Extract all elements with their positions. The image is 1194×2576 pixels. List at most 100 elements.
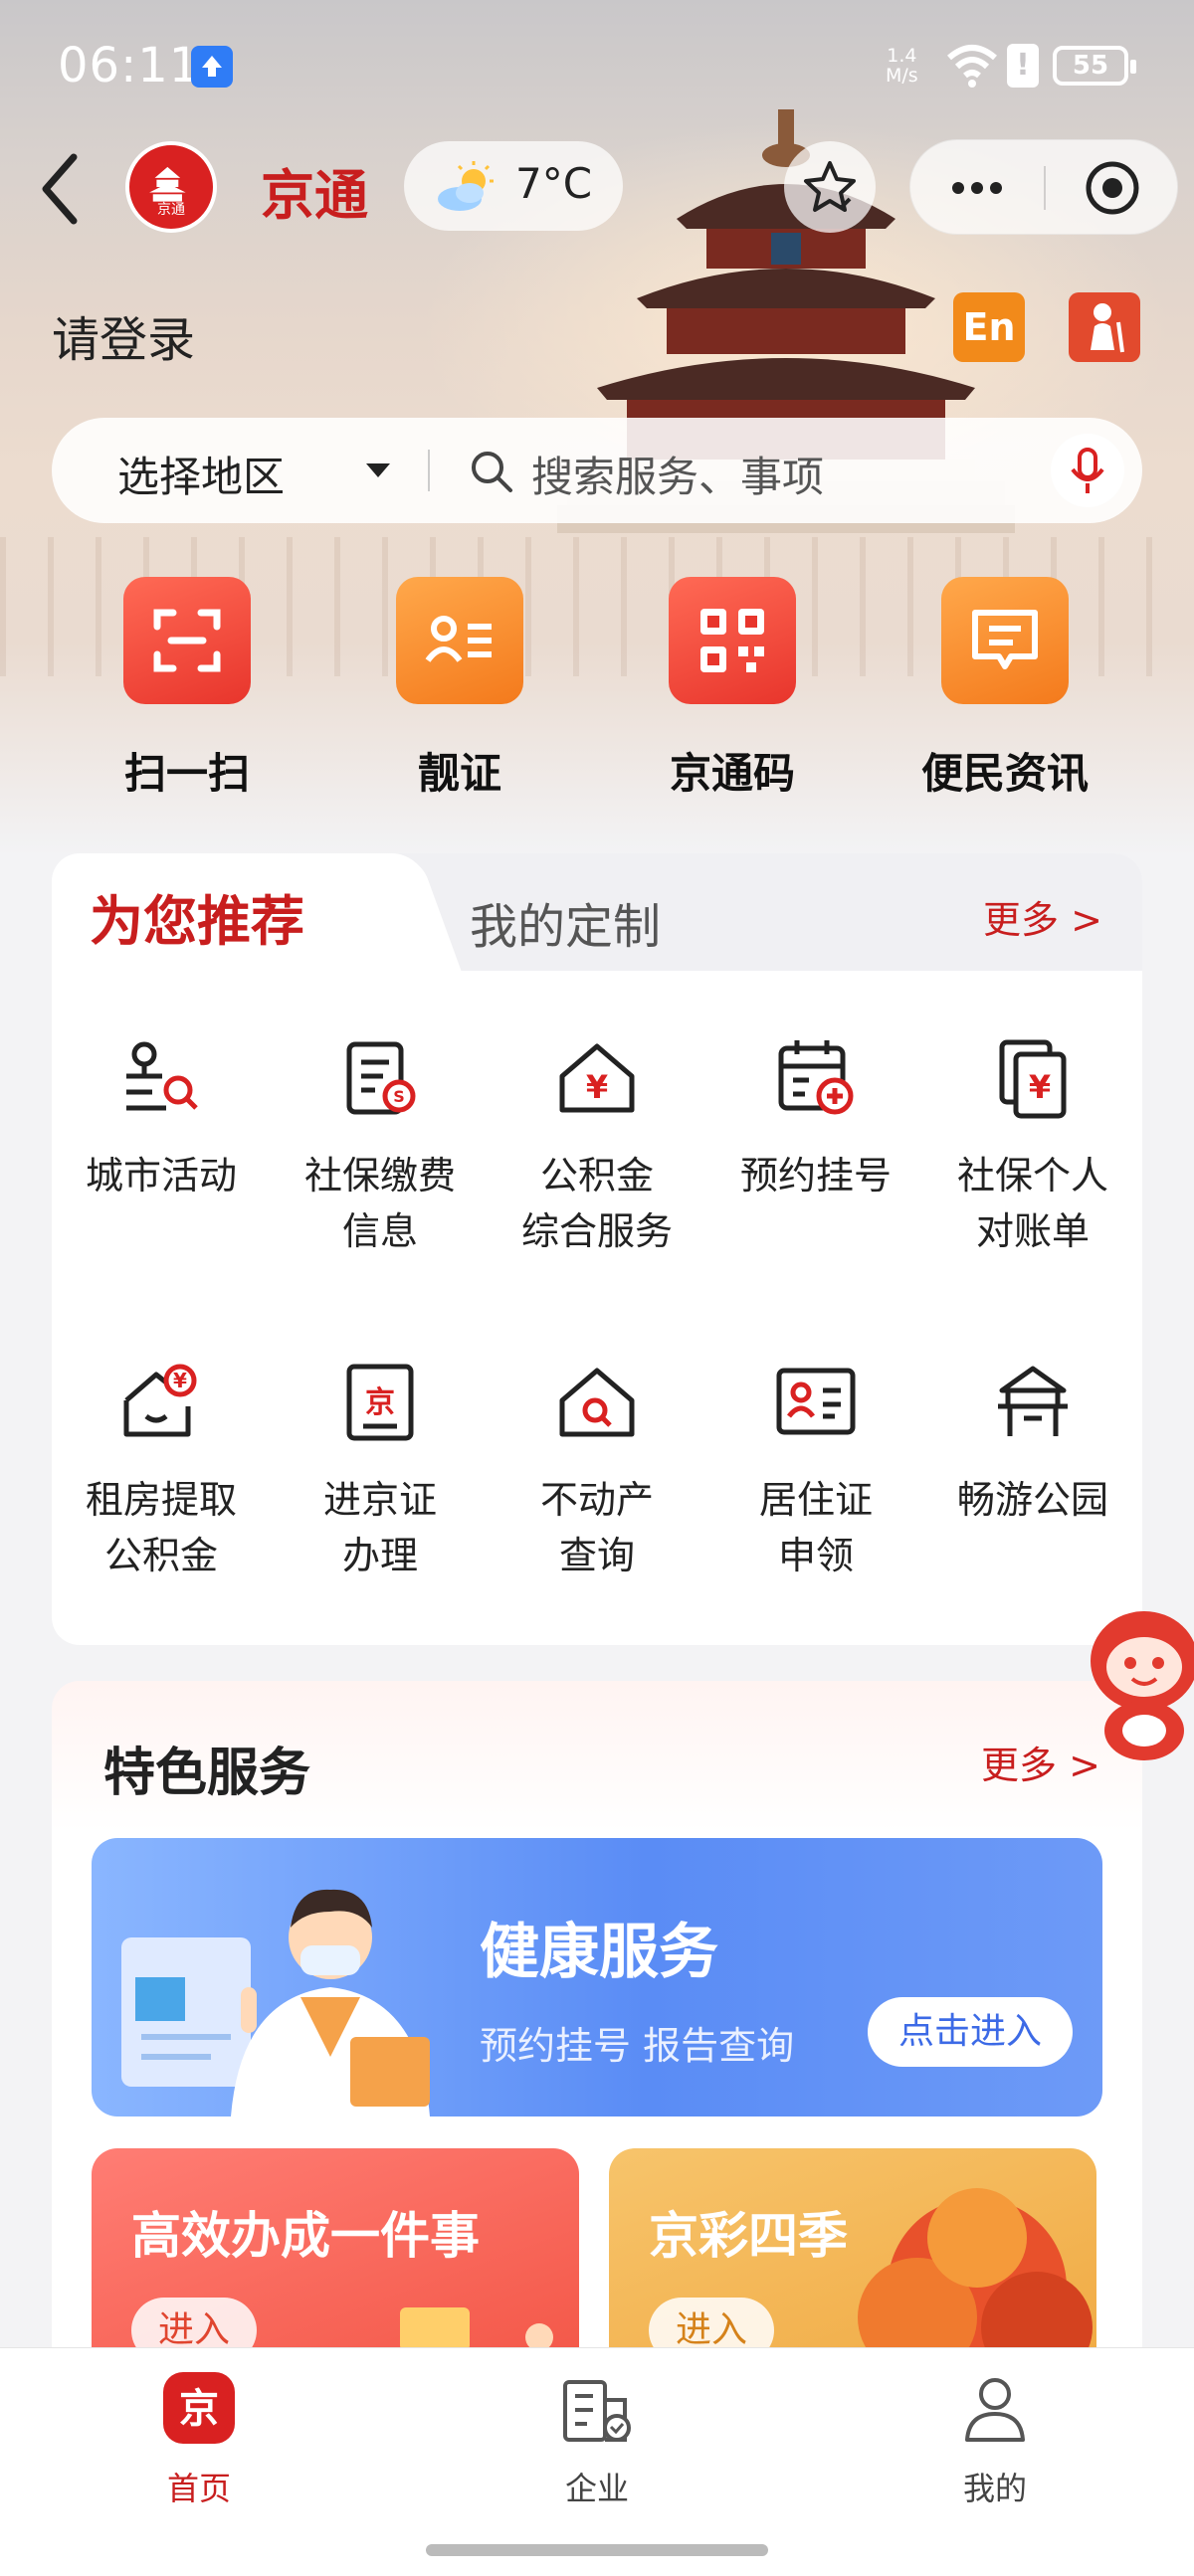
upload-notification-icon xyxy=(191,46,233,88)
more-options-button[interactable] xyxy=(910,140,1044,236)
housing-fund-icon: ¥ xyxy=(559,1043,635,1113)
search-input[interactable]: 搜索服务、事项 xyxy=(531,444,824,504)
service-label-line2: 信息 xyxy=(341,1209,418,1253)
tab-recommend[interactable]: 为您推荐 xyxy=(52,853,400,971)
featured-title: 特色服务 xyxy=(103,1744,311,1803)
recommend-more-link[interactable]: 更多 > xyxy=(983,889,1102,944)
nav-label: 企业 xyxy=(564,2470,629,2507)
service-appointment[interactable]: 预约挂号 xyxy=(706,1032,925,1203)
featured-services-card: 特色服务 更多 > 健康服务 预约挂号 报告查询 点击进入 高效办成一件事 进入 xyxy=(52,1681,1142,2437)
service-label: 社保个人 xyxy=(956,1154,1108,1197)
nav-label: 我的 xyxy=(962,2470,1027,2507)
enterprise-icon xyxy=(563,2380,631,2442)
tab-custom[interactable]: 我的定制 xyxy=(470,887,661,957)
service-social-security-statement[interactable]: ¥ 社保个人 对账单 xyxy=(923,1032,1142,1259)
quick-action-label: 扫一扫 xyxy=(123,749,250,798)
service-label-line2: 综合服务 xyxy=(520,1209,673,1253)
service-label: 不动产 xyxy=(539,1478,654,1522)
target-icon xyxy=(1086,161,1139,215)
city-activity-icon xyxy=(126,1041,198,1111)
quick-action-news[interactable]: 便民资讯 xyxy=(905,577,1104,816)
service-label: 畅游公园 xyxy=(956,1478,1108,1522)
nav-enterprise[interactable]: 企业 xyxy=(478,2370,716,2509)
service-city-activity[interactable]: 城市活动 xyxy=(52,1032,271,1203)
svg-text:京: 京 xyxy=(365,1385,395,1420)
weather-widget[interactable]: 7°C xyxy=(404,141,623,231)
service-rent-withdraw[interactable]: ¥ 租房提取 公积金 xyxy=(52,1357,271,1583)
service-social-security-payment[interactable]: S 社保缴费 信息 xyxy=(271,1032,490,1259)
status-time: 06:11 xyxy=(58,38,201,93)
service-housing-fund[interactable]: ¥ 公积金 综合服务 xyxy=(488,1032,706,1259)
partly-cloudy-icon xyxy=(438,161,494,211)
microphone-icon xyxy=(1071,448,1104,493)
card-title: 高效办成一件事 xyxy=(131,2207,480,2265)
miniapp-capsule xyxy=(909,139,1178,235)
service-park[interactable]: 畅游公园 xyxy=(923,1357,1142,1528)
nav-profile[interactable]: 我的 xyxy=(876,2370,1114,2509)
health-title: 健康服务 xyxy=(480,1918,718,1987)
residence-permit-icon xyxy=(776,1368,856,1435)
service-label: 租房提取 xyxy=(85,1478,237,1522)
svg-text:¥: ¥ xyxy=(173,1369,187,1392)
service-label: 社保缴费 xyxy=(303,1154,456,1197)
home-indicator[interactable] xyxy=(426,2544,768,2556)
close-miniapp-button[interactable] xyxy=(1046,140,1179,236)
service-label-line2: 申领 xyxy=(777,1534,854,1577)
rent-withdraw-icon: ¥ xyxy=(123,1364,197,1437)
region-selector[interactable]: 选择地区 xyxy=(117,444,285,504)
favorite-button[interactable] xyxy=(784,141,876,233)
ellipsis-icon xyxy=(952,182,1002,194)
quick-action-label: 靓证 xyxy=(417,749,501,798)
english-mode-button[interactable]: En xyxy=(953,292,1025,362)
social-security-statement-icon: ¥ xyxy=(999,1039,1067,1119)
nav-label: 首页 xyxy=(166,2470,231,2507)
temperature: 7°C xyxy=(515,159,593,208)
service-residence-permit[interactable]: 居住证 申领 xyxy=(706,1357,925,1583)
service-beijing-permit[interactable]: 京 进京证 办理 xyxy=(271,1357,490,1583)
quick-action-label: 京通码 xyxy=(669,749,795,798)
service-label-line2: 办理 xyxy=(341,1534,418,1577)
qr-code-icon xyxy=(700,609,764,672)
nav-home[interactable]: 京 首页 xyxy=(80,2370,318,2509)
voice-search-button[interactable] xyxy=(1051,434,1124,507)
floating-assistant-mascot[interactable] xyxy=(1075,1591,1194,1770)
service-label: 居住证 xyxy=(758,1478,873,1522)
health-service-banner[interactable]: 健康服务 预约挂号 报告查询 点击进入 xyxy=(92,1838,1102,2116)
svg-text:¥: ¥ xyxy=(1029,1068,1051,1106)
quick-action-scan[interactable]: 扫一扫 xyxy=(88,577,287,816)
service-label-line2: 公积金 xyxy=(103,1534,218,1577)
app-title: 京通 xyxy=(261,164,368,227)
svg-text:¥: ¥ xyxy=(586,1068,608,1106)
service-label: 进京证 xyxy=(322,1478,437,1522)
service-real-estate-search[interactable]: 不动产 查询 xyxy=(488,1357,706,1583)
profile-icon xyxy=(965,2378,1025,2442)
quick-action-id-card[interactable]: 靓证 xyxy=(360,577,559,816)
network-speed-value: 1.4 xyxy=(887,45,917,67)
search-icon xyxy=(472,452,512,492)
status-bar: 06:11 1.4 M/s ! 55 xyxy=(0,0,1194,139)
id-card-icon xyxy=(425,616,492,662)
service-label-line2: 查询 xyxy=(558,1534,635,1577)
network-speed-unit: M/s xyxy=(886,65,918,87)
quick-action-label: 便民资讯 xyxy=(920,749,1089,798)
health-enter-button[interactable]: 点击进入 xyxy=(868,1997,1073,2067)
login-prompt[interactable]: 请登录 xyxy=(52,300,195,370)
doctor-illustration xyxy=(121,1889,430,2116)
back-arrow-icon[interactable] xyxy=(36,149,86,229)
qr-code-tile xyxy=(669,577,796,704)
scan-tile xyxy=(123,577,251,704)
recommend-card: 为您推荐 我的定制 更多 > 城市活动 S 社保缴费 信息 ¥ 公积金 综合服务… xyxy=(52,853,1142,1645)
search-bar[interactable]: 选择地区 搜索服务、事项 xyxy=(52,418,1142,523)
bottom-navigation: 京 首页 企业 我的 xyxy=(0,2347,1194,2576)
tab-recommend-label: 为您推荐 xyxy=(90,890,304,953)
beijing-permit-icon: 京 xyxy=(346,1364,414,1441)
star-icon xyxy=(804,161,856,212)
chevron-down-icon[interactable] xyxy=(366,463,390,477)
robot-mascot-icon xyxy=(1091,1611,1194,1760)
home-jing-icon: 京 xyxy=(163,2372,235,2444)
wifi-icon xyxy=(947,45,997,88)
service-label-line2: 对账单 xyxy=(975,1209,1090,1253)
quick-action-qr-code[interactable]: 京通码 xyxy=(633,577,832,816)
service-label: 公积金 xyxy=(539,1154,654,1197)
elder-care-mode-button[interactable] xyxy=(1069,292,1140,362)
